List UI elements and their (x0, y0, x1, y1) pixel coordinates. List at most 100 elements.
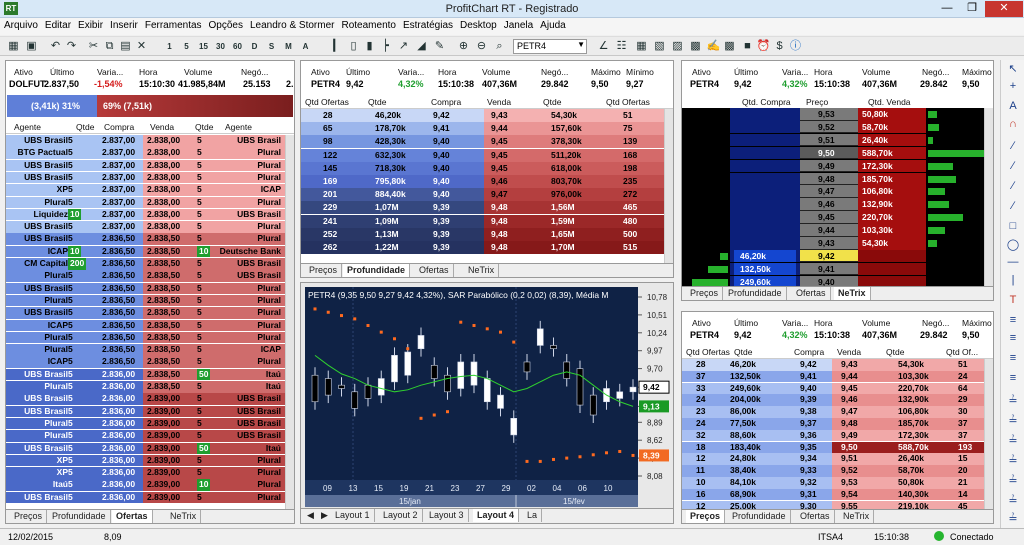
tab-ofertas[interactable]: Ofertas (112, 510, 153, 523)
candle[interactable] (377, 378, 385, 396)
table-row[interactable]: 24 204,00k 9,39 9,46 132,90k 29 (682, 394, 993, 406)
tab-profundidade[interactable]: Profundidade (343, 264, 410, 277)
elliott-icon[interactable]: ≟ (1005, 474, 1021, 490)
candle[interactable] (444, 374, 451, 393)
candle[interactable] (311, 374, 319, 403)
candle[interactable] (457, 361, 465, 389)
table-row[interactable]: UBS Brasil 5 2.837,00 2.838,00 5 Plural (6, 159, 294, 172)
candle[interactable] (536, 328, 544, 346)
table-row[interactable]: 145 718,30k 9,40 9,45 618,00k 198 (301, 161, 673, 175)
pencil-icon[interactable]: ✎ (432, 39, 447, 54)
tab-profundidade[interactable]: Profundidade (724, 287, 787, 300)
table-row[interactable]: ICAP 10 2.836,50 2.838,50 10 Deutsche Bank (6, 245, 294, 258)
table-row[interactable]: Plural 5 2.836,00 2.839,00 5 UBS Brasil (6, 430, 294, 442)
table-row[interactable]: Plural 5 2.836,50 2.838,50 5 Plural (6, 294, 294, 307)
tab-layout[interactable]: Layout 2 (379, 509, 423, 522)
vertical-scrollbar[interactable] (984, 359, 993, 509)
table-row[interactable]: Plural 5 2.836,00 2.839,00 5 UBS Brasil (6, 417, 294, 430)
menu-item[interactable]: Ajuda (536, 18, 569, 31)
candle[interactable] (550, 345, 557, 350)
ruler-icon[interactable]: ≟ (1005, 494, 1021, 510)
table-row[interactable]: 11 38,40k 9,33 9,52 58,70k 20 (682, 465, 993, 477)
candle[interactable] (430, 364, 438, 379)
ray-icon[interactable]: ∕ (1005, 200, 1021, 216)
menu-item[interactable]: Desktop (456, 18, 500, 31)
horizontal-line-icon[interactable]: — (1005, 256, 1021, 272)
table-row[interactable]: UBS Brasil 5 2.836,00 2.839,00 50 Itaú (6, 442, 294, 454)
menu-item[interactable]: Janela (500, 18, 536, 31)
tab-preços[interactable]: Preços (10, 510, 48, 523)
table-row[interactable]: XP 5 2.837,00 2.838,00 5 ICAP (6, 184, 294, 196)
line-icon[interactable]: ∕ (1005, 160, 1021, 176)
table-row[interactable]: Plural 5 2.837,00 2.838,00 5 Plural (6, 196, 294, 208)
table-row[interactable]: 10 84,10k 9,32 9,53 50,80k 21 (682, 477, 993, 489)
tab-profundidade[interactable]: Profundidade (48, 510, 111, 523)
tab-netrix[interactable]: NeTrix (839, 510, 875, 523)
times-trades-icon[interactable]: ▧ (652, 39, 667, 54)
candle[interactable] (589, 394, 597, 416)
candle[interactable] (364, 384, 372, 399)
table-row[interactable]: 33 249,60k 9,40 9,45 220,70k 64 (682, 382, 993, 395)
trendline-icon[interactable]: ∕ (1005, 140, 1021, 156)
candle[interactable] (523, 361, 531, 373)
paste-icon[interactable]: ▤ (118, 39, 133, 54)
table-row[interactable]: UBS Brasil 5 2.837,00 2.838,00 5 UBS Brasil (6, 135, 294, 147)
table-row[interactable]: Itaú 5 2.836,00 2.839,00 10 Plural (6, 479, 294, 491)
table-row[interactable]: 12 25,00k 9,30 9,55 219,10k 45 (682, 500, 993, 509)
period-button[interactable]: 30 (213, 39, 228, 54)
candles-icon[interactable]: ▮ (362, 39, 377, 54)
gann-icon[interactable]: ≟ (1005, 394, 1021, 410)
trading-icon[interactable]: ■ (740, 39, 755, 54)
menu-item[interactable]: Opções (205, 18, 246, 31)
table-row[interactable]: 18 183,40k 9,35 9,50 588,70k 193 (682, 441, 993, 454)
menu-item[interactable]: Roteamento (338, 18, 399, 31)
menu-item[interactable]: Exibir (74, 18, 106, 31)
menu-item[interactable]: Leandro & Stormer (246, 18, 338, 31)
magnet-icon[interactable]: ∩ (1005, 118, 1021, 134)
table-row[interactable]: 229 1,07M 9,39 9,48 1,56M 465 (301, 201, 673, 215)
candle[interactable] (483, 378, 491, 403)
menu-item[interactable]: Arquivo (0, 18, 41, 31)
tab-scroll-left-icon[interactable]: ◀ (303, 509, 318, 522)
table-row[interactable]: 23 86,00k 9,38 9,47 106,80k 30 (682, 406, 993, 418)
quote-window-icon[interactable]: ▨ (670, 39, 685, 54)
candle[interactable] (338, 384, 345, 389)
candlestick-chart[interactable]: 10,78 10,51 10,24 9,97 9,70 9,42 9,13 8,89 8,62 8… (301, 283, 673, 509)
table-row[interactable]: 16 68,90k 9,31 9,54 140,30k 14 (682, 488, 993, 501)
table-row[interactable]: 252 1,13M 9,39 9,48 1,65M 500 (301, 227, 673, 241)
candle[interactable] (510, 418, 518, 436)
rectangle-icon[interactable]: □ (1005, 220, 1021, 236)
zoom-in-icon[interactable]: ⊕ (456, 39, 471, 54)
arc-icon[interactable]: ≡ (1005, 352, 1021, 368)
table-row[interactable]: UBS Brasil 5 2.837,00 2.838,00 5 Plural (6, 221, 294, 233)
calendar-icon[interactable]: ▩ (722, 39, 737, 54)
table-row[interactable]: Liquidez 10 2.837,00 2.838,00 5 UBS Brasil (6, 208, 294, 221)
tab-layout[interactable]: La (523, 509, 543, 522)
zoom-out-icon[interactable]: ⊖ (474, 39, 489, 54)
table-row[interactable]: 65 178,70k 9,41 9,44 157,60k 75 (301, 122, 673, 136)
redo-icon[interactable]: ↷ (64, 39, 79, 54)
table-row[interactable]: 169 795,80k 9,40 9,46 803,70k 235 (301, 175, 673, 188)
cut-icon[interactable]: ✂ (86, 39, 101, 54)
money-icon[interactable]: $ (772, 39, 787, 54)
table-row[interactable]: UBS Brasil 5 2.836,00 2.839,00 5 Plural (6, 491, 294, 504)
news-icon[interactable]: ✍ (706, 39, 721, 54)
table-row[interactable]: UBS Brasil 5 2.836,50 2.838,50 5 Plural (6, 282, 294, 295)
vertical-line-icon[interactable]: | (1005, 274, 1021, 290)
tab-layout[interactable]: Layout 1 (331, 509, 375, 522)
menu-item[interactable]: Estratégias (399, 18, 456, 31)
save-icon[interactable]: ▣ (24, 39, 39, 54)
delete-icon[interactable]: ✕ (134, 39, 149, 54)
bars-icon[interactable]: ▎ (330, 39, 345, 54)
table-row[interactable]: UBS Brasil 5 2.836,00 2.839,00 5 UBS Brasil (6, 393, 294, 405)
period-button[interactable]: M (281, 39, 296, 54)
text-tool-icon[interactable]: A (1005, 100, 1021, 116)
channel-icon[interactable]: ∕ (1005, 180, 1021, 196)
table-row[interactable]: ICAP 5 2.836,50 2.838,50 5 Plural (6, 319, 294, 331)
tab-ofertas[interactable]: Ofertas (415, 264, 454, 277)
speed-line-icon[interactable]: ≟ (1005, 434, 1021, 450)
tab-netrix[interactable]: NeTrix (166, 510, 202, 523)
book-window-icon[interactable]: ▦ (634, 39, 649, 54)
table-row[interactable]: 37 132,50k 9,41 9,44 103,30k 24 (682, 370, 993, 383)
table-row[interactable]: UBS Brasil 5 2.836,50 2.838,50 5 Plural (6, 307, 294, 319)
